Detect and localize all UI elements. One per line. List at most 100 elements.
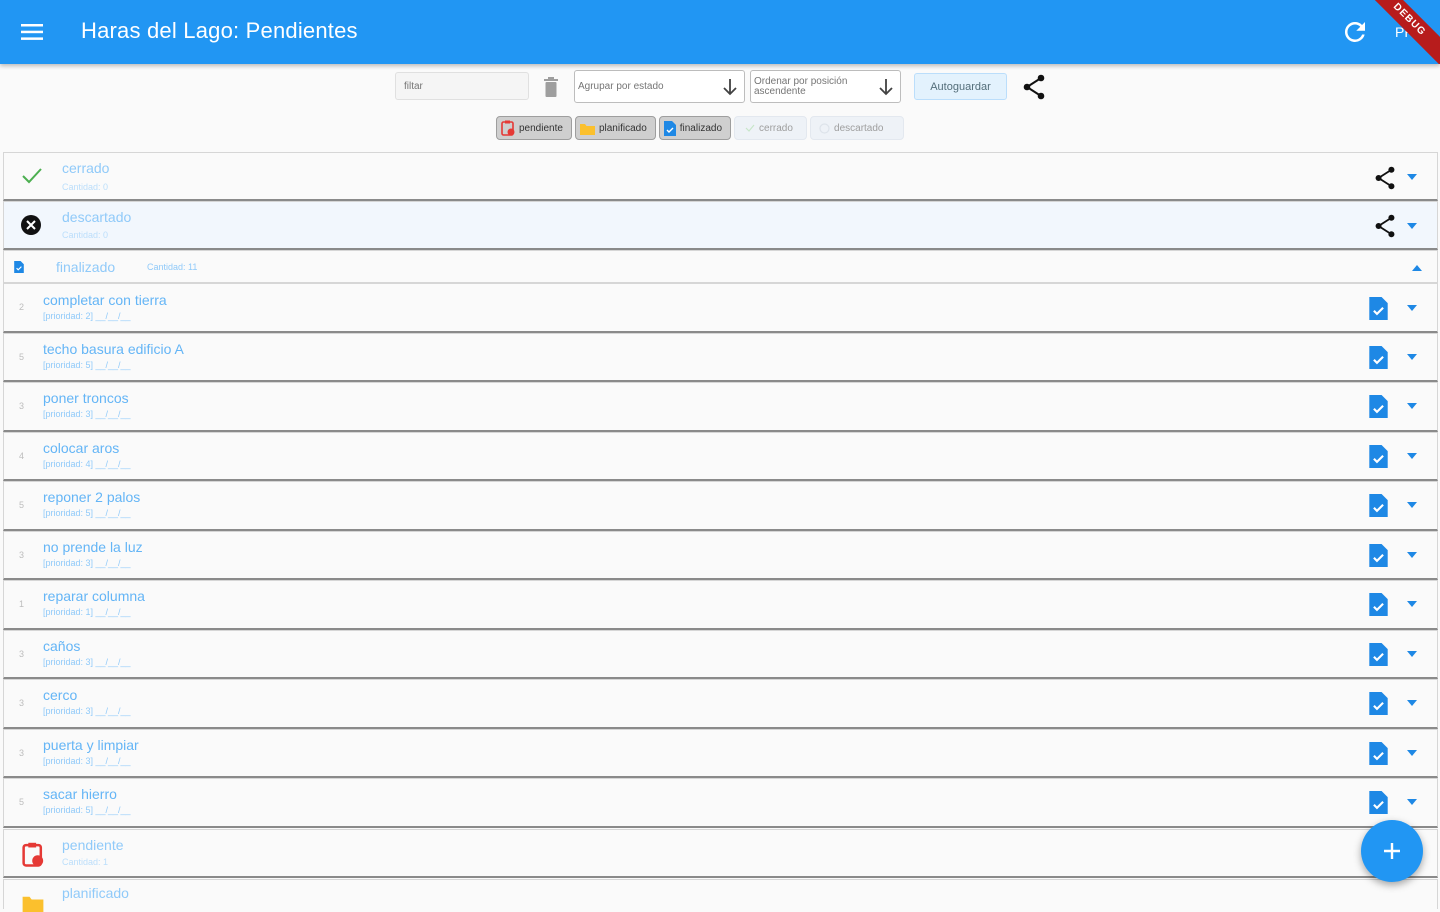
chip-finalizado[interactable]: finalizado: [658, 116, 732, 140]
group-label: descartado: [62, 209, 132, 225]
task-priority-number: 1: [19, 599, 25, 609]
chevron-down-icon[interactable]: [1407, 403, 1417, 409]
group-label: finalizado: [56, 259, 116, 275]
document-check-icon[interactable]: [1369, 742, 1388, 765]
task-subtitle: [prioridad: 3] __/__/__: [43, 409, 131, 419]
clipboard-clock-icon: [501, 120, 515, 136]
group-header-cerrado[interactable]: cerrado Cantidad: 0: [3, 152, 1438, 201]
autosave-button[interactable]: Autoguardar: [914, 73, 1007, 100]
task-row[interactable]: 3 puerta y limpiar [prioridad: 3] __/__/…: [3, 729, 1438, 778]
circle-icon: [819, 122, 830, 134]
chevron-up-icon[interactable]: [1412, 265, 1422, 271]
task-row[interactable]: 3 caños [prioridad: 3] __/__/__: [3, 630, 1438, 679]
task-row[interactable]: 3 cerco [prioridad: 3] __/__/__: [3, 679, 1438, 729]
chevron-down-icon[interactable]: [1407, 174, 1417, 180]
chip-cerrado[interactable]: cerrado: [734, 116, 808, 140]
add-task-button[interactable]: [1361, 820, 1423, 882]
clipboard-clock-icon: [22, 842, 44, 867]
group-label: pendiente: [62, 837, 124, 853]
sort-by-select[interactable]: Ordenar por posición ascendente: [750, 70, 901, 103]
chip-pendiente[interactable]: pendiente: [496, 116, 572, 140]
document-check-icon[interactable]: [1369, 791, 1388, 814]
task-priority-number: 5: [19, 500, 25, 510]
task-title: poner troncos: [43, 390, 129, 406]
group-by-value: Agrupar por estado: [578, 81, 664, 92]
page-title: Haras del Lago: Pendientes: [81, 18, 358, 43]
task-row[interactable]: 1 reparar columna [prioridad: 1] __/__/_…: [3, 580, 1438, 630]
group-count: Cantidad: 0: [62, 182, 109, 192]
task-title: sacar hierro: [43, 786, 117, 802]
share-icon[interactable]: [1374, 166, 1396, 190]
chevron-down-icon[interactable]: [1407, 750, 1417, 756]
group-count: Cantidad: 0: [62, 230, 109, 240]
chevron-down-icon[interactable]: [1407, 700, 1417, 706]
chevron-down-icon[interactable]: [1407, 305, 1417, 311]
chevron-down-icon[interactable]: [1407, 552, 1417, 558]
group-header-descartado[interactable]: descartado Cantidad: 0: [3, 201, 1438, 250]
task-row[interactable]: 2 completar con tierra [prioridad: 2] __…: [3, 283, 1438, 333]
document-check-icon[interactable]: [1369, 346, 1388, 369]
filter-input[interactable]: [395, 72, 529, 100]
document-check-icon[interactable]: [1369, 692, 1388, 715]
chevron-down-icon[interactable]: [1407, 453, 1417, 459]
document-check-icon[interactable]: [1369, 593, 1388, 616]
folder-icon: [579, 123, 595, 135]
chevron-down-icon[interactable]: [1407, 799, 1417, 805]
document-check-icon[interactable]: [1369, 445, 1388, 468]
sort-by-value: Ordenar por posición ascendente: [754, 75, 848, 97]
chevron-down-icon[interactable]: [1407, 354, 1417, 360]
task-subtitle: [prioridad: 3] __/__/__: [43, 657, 131, 667]
group-count: Cantidad: 11: [147, 262, 198, 272]
group-header-pendiente[interactable]: pendiente Cantidad: 1: [3, 829, 1438, 878]
task-row[interactable]: 3 poner troncos [prioridad: 3] __/__/__: [3, 382, 1438, 432]
share-icon[interactable]: [1374, 214, 1396, 238]
group-header-planificado[interactable]: planificado: [3, 879, 1438, 912]
chevron-down-icon[interactable]: [1407, 502, 1417, 508]
task-title: reparar columna: [43, 588, 145, 604]
task-row[interactable]: 5 sacar hierro [prioridad: 5] __/__/__: [3, 778, 1438, 828]
group-by-select[interactable]: Agrupar por estado: [574, 70, 745, 103]
task-row[interactable]: 5 techo basura edificio A [prioridad: 5]…: [3, 333, 1438, 382]
group-header-finalizado[interactable]: finalizado Cantidad: 11: [3, 250, 1438, 283]
chip-planificado[interactable]: planificado: [574, 116, 656, 140]
chevron-down-icon[interactable]: [1407, 651, 1417, 657]
chevron-down-icon[interactable]: [1407, 601, 1417, 607]
menu-icon: [21, 24, 43, 40]
task-subtitle: [prioridad: 1] __/__/__: [43, 607, 131, 617]
document-icon: [663, 120, 676, 136]
group-count: Cantidad: 1: [62, 857, 109, 867]
task-title: reponer 2 palos: [43, 489, 141, 505]
task-priority-number: 5: [19, 352, 25, 362]
document-check-icon[interactable]: [1369, 643, 1388, 666]
task-subtitle: [prioridad: 3] __/__/__: [43, 756, 131, 766]
task-subtitle: [prioridad: 5] __/__/__: [43, 805, 131, 815]
menu-button[interactable]: [0, 0, 64, 64]
share-icon[interactable]: [1022, 74, 1046, 100]
cancel-circle-icon: [21, 215, 41, 235]
task-row[interactable]: 4 colocar aros [prioridad: 4] __/__/__: [3, 432, 1438, 481]
document-icon: [14, 261, 24, 273]
check-icon: [745, 124, 755, 132]
task-title: colocar aros: [43, 440, 120, 456]
chevron-down-icon[interactable]: [1407, 223, 1417, 229]
document-check-icon[interactable]: [1369, 297, 1388, 320]
document-check-icon[interactable]: [1369, 395, 1388, 418]
document-check-icon[interactable]: [1369, 494, 1388, 517]
chip-label: finalizado: [679, 122, 723, 134]
task-title: puerta y limpiar: [43, 737, 139, 753]
task-title: techo basura edificio A: [43, 341, 184, 357]
chip-descartado[interactable]: descartado: [810, 116, 905, 140]
refresh-icon[interactable]: [1340, 17, 1370, 47]
document-check-icon[interactable]: [1369, 544, 1388, 567]
task-subtitle: [prioridad: 3] __/__/__: [43, 706, 131, 716]
app-bar: Haras del Lago: Pendientes PP DEBUG: [0, 0, 1440, 64]
task-row[interactable]: 5 reponer 2 palos [prioridad: 5] __/__/_…: [3, 481, 1438, 531]
task-priority-number: 4: [19, 451, 25, 461]
task-row[interactable]: 3 no prende la luz [prioridad: 3] __/__/…: [3, 531, 1438, 580]
trash-icon[interactable]: [543, 77, 559, 97]
group-label: cerrado: [62, 160, 110, 176]
task-priority-number: 2: [19, 302, 25, 312]
task-subtitle: [prioridad: 5] __/__/__: [43, 360, 131, 370]
task-priority-number: 3: [19, 748, 25, 758]
folder-icon: [22, 896, 44, 912]
